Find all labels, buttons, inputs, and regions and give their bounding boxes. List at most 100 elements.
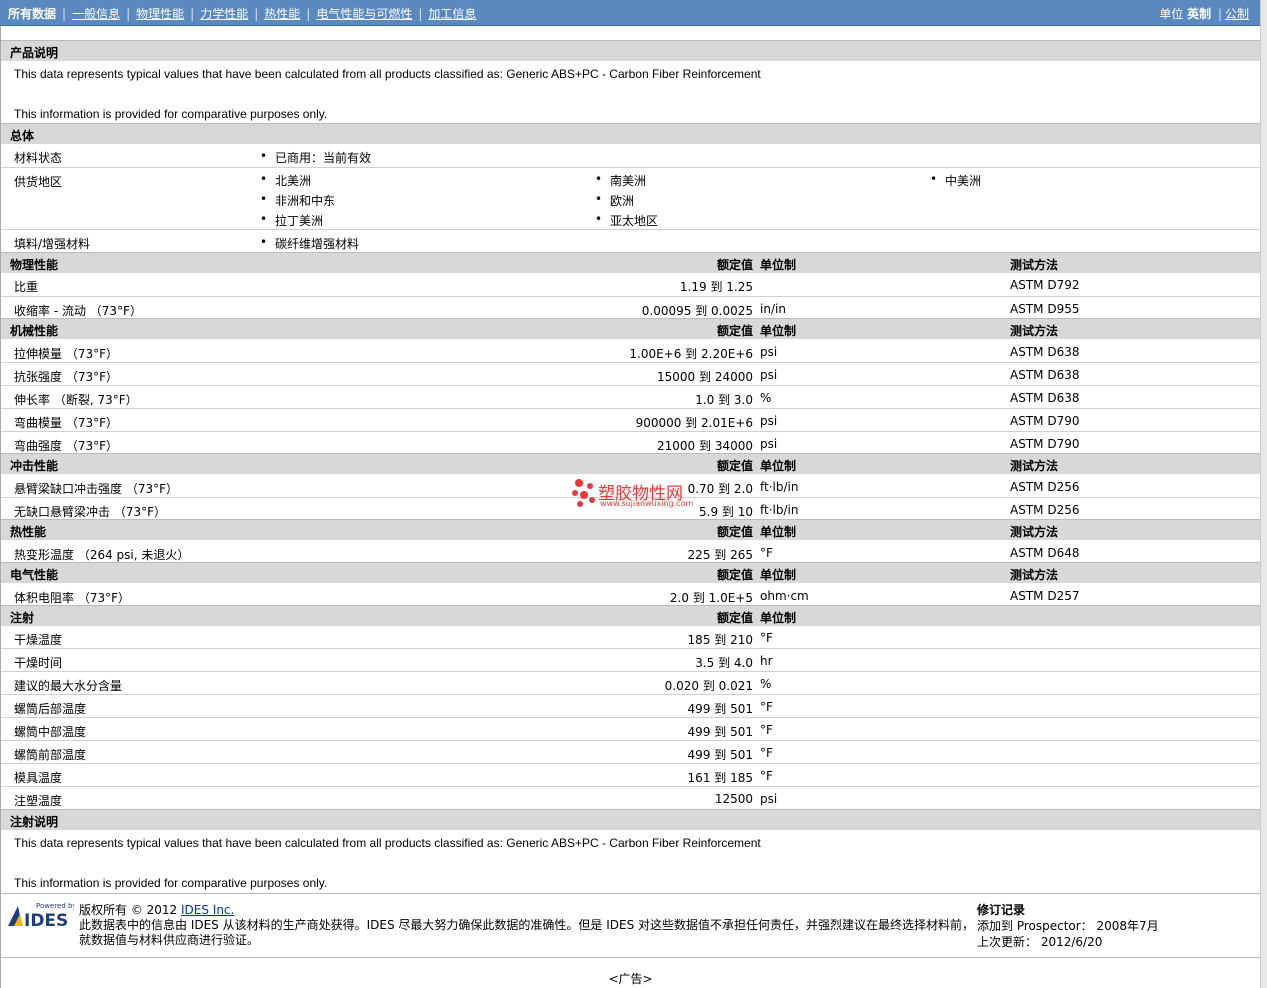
units-label: 单位 [1159, 7, 1184, 21]
header-nominal: 额定值 [716, 568, 753, 582]
property-name: 体积电阻率 （73°F） [14, 591, 130, 605]
property-value: 12500 [714, 792, 753, 806]
property-value: 15000 到 24000 [657, 370, 753, 384]
unit-imperial[interactable]: 英制 [1187, 7, 1211, 21]
nav-physical[interactable]: 物理性能 [136, 7, 184, 21]
region-item: 拉丁美洲 [260, 212, 323, 229]
property-value: 5.9 到 10 [699, 505, 753, 519]
table-row: 比重 1.19 到 1.25 ASTM D792 [1, 273, 1261, 297]
property-name: 比重 [14, 280, 39, 294]
header-method: 测试方法 [1010, 324, 1059, 338]
property-unit: °F [760, 631, 773, 645]
test-method: ASTM D638 [1010, 345, 1080, 359]
header-nominal: 额定值 [716, 258, 753, 272]
property-value: 499 到 501 [687, 748, 753, 762]
section-title: 冲击性能 [10, 459, 59, 473]
region-item: 欧洲 [595, 192, 634, 209]
property-value: 499 到 501 [687, 702, 753, 716]
property-name: 螺筒后部温度 [14, 702, 87, 716]
property-value: 0.020 到 0.021 [664, 679, 753, 693]
property-unit: ft·lb/in [760, 480, 799, 494]
property-name: 螺筒前部温度 [14, 748, 87, 762]
table-row: 弯曲模量 （73°F） 900000 到 2.01E+6 psi ASTM D7… [1, 409, 1261, 432]
header-method: 测试方法 [1010, 525, 1059, 539]
header-unit: 单位制 [760, 611, 797, 625]
property-value: 2.0 到 1.0E+5 [669, 591, 753, 605]
unit-switch: 单位 英制 | 公制 [1159, 7, 1249, 21]
property-value: 3.5 到 4.0 [695, 656, 753, 670]
logo-text: IDES [24, 911, 68, 928]
ides-logo-icon: Powered by IDES [8, 902, 77, 931]
section-title: 总体 [10, 129, 35, 143]
test-method: ASTM D256 [1010, 480, 1080, 494]
injection-note-line2: This information is provided for compara… [14, 876, 328, 890]
table-row: 体积电阻率 （73°F） 2.0 到 1.0E+5 ohm·cm ASTM D2… [1, 584, 1261, 605]
property-name: 无缺口悬臂梁冲击 （73°F） [14, 505, 166, 519]
ides-link[interactable]: IDES Inc. [181, 903, 234, 917]
section-title: 产品说明 [10, 46, 59, 60]
unit-metric[interactable]: 公制 [1225, 7, 1249, 21]
disclaimer-line1: 此数据表中的信息由 IDES 从该材料的生产商处获得。IDES 尽最大努力确保此… [79, 918, 975, 932]
table-row: 收缩率 - 流动 （73°F） 0.00095 到 0.0025 in/in A… [1, 297, 1261, 318]
region-item: 北美洲 [260, 172, 311, 189]
section-impact: 冲击性能 额定值 单位制 测试方法 [1, 453, 1261, 474]
test-method: ASTM D790 [1010, 437, 1080, 451]
property-unit: psi [760, 368, 778, 382]
section-title: 注射说明 [10, 815, 59, 829]
section-product-note: 产品说明 [1, 40, 1261, 61]
nav-electrical-flammability[interactable]: 电气性能与可燃性 [316, 7, 412, 21]
header-unit: 单位制 [760, 525, 797, 539]
section-general: 总体 [1, 123, 1261, 144]
section-title: 物理性能 [10, 258, 59, 272]
section-title: 热性能 [10, 525, 47, 539]
property-value: 21000 到 34000 [657, 439, 753, 453]
section-injection: 注射 额定值 单位制 [1, 605, 1261, 626]
table-row: 螺筒后部温度 499 到 501 °F [1, 695, 1261, 718]
test-method: ASTM D648 [1010, 546, 1080, 560]
copyright-block: 版权所有 © 2012 IDES Inc. 此数据表中的信息由 IDES 从该材… [79, 903, 974, 948]
test-method: ASTM D638 [1010, 391, 1080, 405]
vertical-scrollbar[interactable] [1260, 0, 1267, 988]
property-value: 185 到 210 [687, 633, 753, 647]
injection-note-line1: This data represents typical values that… [14, 836, 761, 850]
property-value: 161 到 185 [687, 771, 753, 785]
table-row: 伸长率 （断裂, 73°F） 1.0 到 3.0 % ASTM D638 [1, 386, 1261, 409]
section-mechanical: 机械性能 额定值 单位制 测试方法 [1, 318, 1261, 339]
section-title: 机械性能 [10, 324, 59, 338]
table-row: 模具温度 161 到 185 °F [1, 764, 1261, 787]
test-method: ASTM D256 [1010, 503, 1080, 517]
property-unit: in/in [760, 302, 786, 316]
revision-title: 修订记录 [977, 903, 1026, 917]
property-name: 干燥时间 [14, 656, 63, 670]
nav-general-info[interactable]: 一般信息 [72, 7, 120, 21]
watermark-dots-icon [572, 479, 595, 507]
section-title: 注射 [10, 611, 35, 625]
property-name: 拉伸模量 （73°F） [14, 347, 118, 361]
region-item: 亚太地区 [595, 212, 658, 229]
nav-mechanical[interactable]: 力学性能 [200, 7, 248, 21]
nav-processing[interactable]: 加工信息 [428, 7, 476, 21]
logo-powered-by: Powered by [36, 902, 74, 910]
header-nominal: 额定值 [716, 525, 753, 539]
nav-thermal[interactable]: 热性能 [264, 7, 300, 21]
property-value: 225 到 265 [687, 548, 753, 562]
test-method: ASTM D955 [1010, 302, 1080, 316]
table-row: 拉伸模量 （73°F） 1.00E+6 到 2.20E+6 psi ASTM D… [1, 340, 1261, 363]
region-item: 南美洲 [595, 172, 646, 189]
watermark-url: www.sujiaowuxing.com [600, 499, 694, 508]
ides-logo: Powered by IDES [8, 902, 77, 931]
row-label: 材料状态 [14, 151, 63, 165]
property-unit: psi [760, 437, 778, 451]
copyright-prefix: 版权所有 © 2012 [79, 903, 181, 917]
region-item: 非洲和中东 [260, 192, 335, 209]
header-unit: 单位制 [760, 459, 797, 473]
property-unit: ohm·cm [760, 589, 809, 603]
property-name: 建议的最大水分含量 [14, 679, 123, 693]
property-unit: °F [760, 769, 773, 783]
property-unit: °F [760, 723, 773, 737]
property-unit: % [760, 391, 772, 405]
property-unit: psi [760, 414, 778, 428]
property-name: 悬臂梁缺口冲击强度 （73°F） [14, 482, 178, 496]
nav-all-data[interactable]: 所有数据 [8, 7, 56, 21]
property-name: 螺筒中部温度 [14, 725, 87, 739]
